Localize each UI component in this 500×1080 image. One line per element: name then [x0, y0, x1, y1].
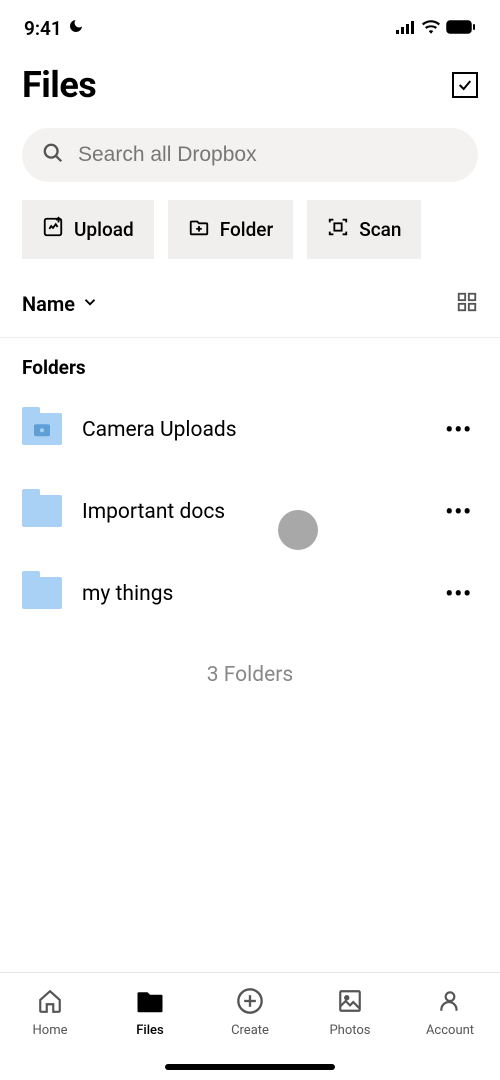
- folder-name: Camera Uploads: [82, 418, 419, 442]
- folder-name: Important docs: [82, 500, 419, 524]
- scan-icon: [327, 216, 349, 243]
- grid-view-button[interactable]: [456, 291, 478, 317]
- more-options-button[interactable]: •••: [439, 582, 478, 607]
- sort-button[interactable]: Name: [22, 292, 99, 316]
- folder-icon: [22, 577, 62, 611]
- home-indicator[interactable]: [165, 1064, 335, 1070]
- cellular-icon: [396, 19, 416, 38]
- plus-circle-icon: [236, 987, 264, 1015]
- tab-account[interactable]: Account: [400, 987, 500, 1038]
- tab-label: Photos: [329, 1023, 370, 1038]
- scan-button[interactable]: Scan: [307, 200, 421, 259]
- page-header: Files: [0, 50, 500, 114]
- status-time-group: 9:41: [24, 17, 84, 40]
- tab-home[interactable]: Home: [0, 987, 100, 1038]
- more-options-button[interactable]: •••: [439, 500, 478, 525]
- folder-count: 3 Folders: [0, 635, 500, 715]
- tab-label: Account: [426, 1023, 474, 1038]
- tab-label: Create: [231, 1023, 269, 1038]
- touch-indicator: [278, 510, 318, 550]
- status-bar: 9:41: [0, 0, 500, 50]
- folder-icon: [22, 495, 62, 529]
- moon-icon: [68, 18, 84, 38]
- folder-item-important-docs[interactable]: Important docs •••: [14, 471, 486, 553]
- wifi-icon: [422, 19, 440, 38]
- folder-item-camera-uploads[interactable]: Camera Uploads •••: [14, 389, 486, 471]
- status-indicators: [396, 19, 476, 38]
- account-icon: [437, 987, 463, 1015]
- folder-label: Folder: [220, 218, 274, 241]
- tab-files[interactable]: Files: [100, 987, 200, 1038]
- chevron-down-icon: [81, 292, 99, 316]
- status-time: 9:41: [24, 17, 62, 40]
- tab-label: Home: [33, 1023, 68, 1038]
- tab-photos[interactable]: Photos: [300, 987, 400, 1038]
- new-folder-icon: [188, 216, 210, 243]
- home-icon: [37, 987, 63, 1015]
- tab-bar: Home Files Create Photos Account: [0, 972, 500, 1080]
- photo-icon: [337, 987, 363, 1015]
- tab-label: Files: [136, 1023, 163, 1038]
- page-title: Files: [22, 64, 96, 106]
- search-input[interactable]: [78, 143, 458, 167]
- upload-label: Upload: [74, 218, 134, 241]
- folder-list: Camera Uploads ••• Important docs ••• my…: [0, 389, 500, 635]
- folder-item-my-things[interactable]: my things •••: [14, 553, 486, 635]
- tab-create[interactable]: Create: [200, 987, 300, 1038]
- action-row: Upload Folder Scan: [0, 182, 500, 277]
- search-icon: [42, 142, 64, 168]
- folder-name: my things: [82, 582, 419, 606]
- section-title: Folders: [0, 338, 500, 389]
- battery-icon: [446, 19, 476, 38]
- sort-row: Name: [0, 277, 500, 338]
- sort-label-text: Name: [22, 292, 75, 316]
- upload-button[interactable]: Upload: [22, 200, 154, 259]
- folder-icon: [22, 413, 62, 447]
- search-bar[interactable]: [22, 128, 478, 182]
- select-mode-button[interactable]: [452, 72, 478, 98]
- folder-button[interactable]: Folder: [168, 200, 294, 259]
- more-options-button[interactable]: •••: [439, 418, 478, 443]
- upload-icon: [42, 216, 64, 243]
- folder-filled-icon: [135, 987, 165, 1015]
- scan-label: Scan: [359, 218, 401, 241]
